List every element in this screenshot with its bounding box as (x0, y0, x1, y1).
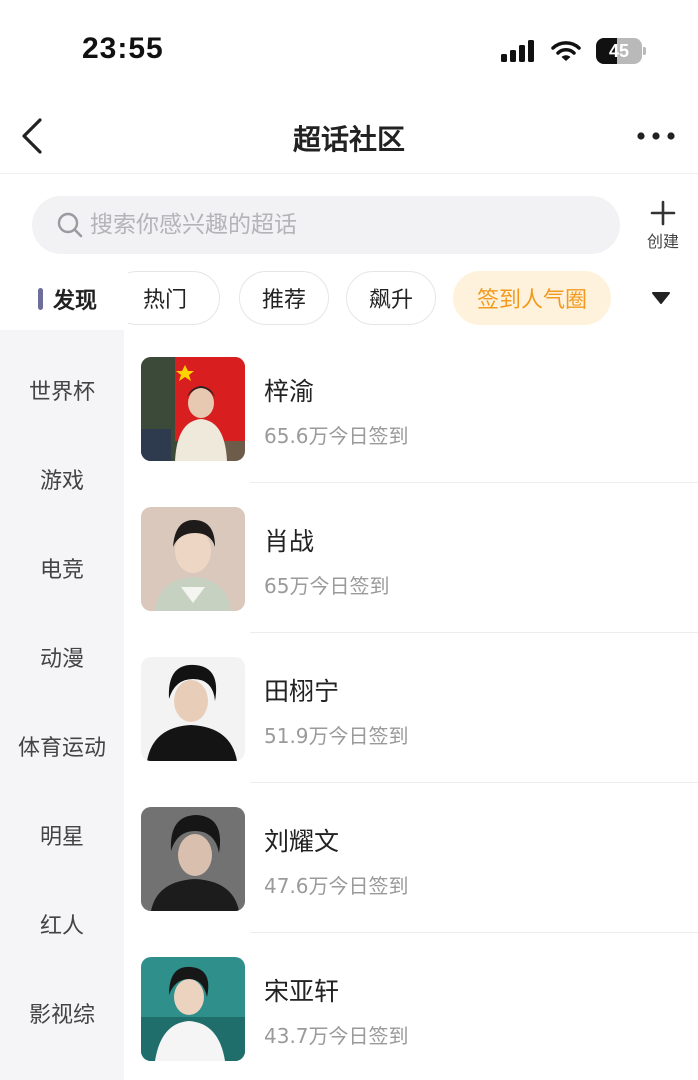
wifi-icon (551, 41, 581, 61)
signal-icon (501, 40, 534, 62)
status-bar: 23:55 45 (0, 0, 698, 100)
topic-name: 宋亚轩 (264, 977, 340, 1006)
tab-rising[interactable]: 飙升 (346, 271, 436, 325)
category-tabs: 热门 推荐 飙升 签到人气圈 发现 (0, 268, 698, 330)
sidebar-item-anime[interactable]: 动漫 (0, 641, 124, 673)
topic-name: 肖战 (264, 527, 315, 556)
tab-recommend-label: 推荐 (261, 288, 306, 313)
sidebar-item-sports[interactable]: 体育运动 (0, 730, 124, 762)
search-input[interactable] (90, 212, 610, 238)
discover-label: 发现 (53, 289, 98, 314)
tab-hot-label: 热门 (142, 288, 187, 313)
tab-recommend[interactable]: 推荐 (239, 271, 329, 325)
tab-rising-label: 飙升 (368, 288, 413, 313)
sidebar-item-influencers[interactable]: 红人 (0, 908, 124, 940)
plus-icon (650, 200, 676, 226)
active-indicator (38, 288, 43, 310)
battery-level: 45 (608, 41, 630, 61)
sidebar-item-film-tv[interactable]: 影视综 (0, 997, 124, 1029)
avatar (141, 357, 245, 461)
checkin-count: 51.9万今日签到 (264, 724, 409, 748)
tab-checkin-popular-label: 签到人气圈 (476, 288, 587, 313)
battery-icon: 45 (596, 38, 646, 64)
checkin-count: 65.6万今日签到 (264, 424, 409, 448)
nav-bar: 超话社区 (0, 100, 698, 174)
triangle-down-icon[interactable] (650, 290, 672, 306)
avatar (141, 957, 245, 1061)
avatar (141, 807, 245, 911)
tab-checkin-popular[interactable]: 签到人气圈 (453, 271, 611, 325)
more-horizontal-icon[interactable] (636, 124, 676, 148)
checkin-count: 43.7万今日签到 (264, 1024, 409, 1048)
list-item[interactable]: 田栩宁 51.9万今日签到 (124, 630, 698, 783)
sidebar-item-games[interactable]: 游戏 (0, 463, 124, 495)
sidebar-item-stars[interactable]: 明星 (0, 819, 124, 851)
status-icons: 45 (500, 36, 646, 66)
checkin-count: 47.6万今日签到 (264, 874, 409, 898)
avatar (141, 657, 245, 761)
sidebar-tab-discover[interactable]: 发现 (0, 268, 128, 330)
list-item[interactable]: 刘耀文 47.6万今日签到 (124, 780, 698, 933)
topic-name: 梓渝 (264, 377, 315, 406)
list-item[interactable]: 梓渝 65.6万今日签到 (124, 330, 698, 483)
topic-name: 田栩宁 (264, 677, 340, 706)
sidebar-item-esports[interactable]: 电竞 (0, 552, 124, 584)
page-title: 超话社区 (292, 123, 405, 156)
list-item[interactable]: 宋亚轩 43.7万今日签到 (124, 930, 698, 1080)
topic-list: 梓渝 65.6万今日签到 肖战 65万今日签到 田栩宁 51.9万今日签到 刘耀… (124, 330, 698, 1080)
status-time: 23:55 (82, 32, 164, 65)
category-sidebar: 世界杯 游戏 电竞 动漫 体育运动 明星 红人 影视综 (0, 330, 124, 1080)
search-bar[interactable] (32, 196, 620, 254)
list-item[interactable]: 肖战 65万今日签到 (124, 480, 698, 633)
avatar (141, 507, 245, 611)
sidebar-item-world-cup[interactable]: 世界杯 (0, 374, 124, 406)
create-button[interactable]: 创建 (638, 200, 688, 251)
search-icon (57, 212, 83, 238)
checkin-count: 65万今日签到 (264, 574, 390, 598)
topic-name: 刘耀文 (264, 827, 340, 856)
create-label: 创建 (646, 232, 679, 251)
